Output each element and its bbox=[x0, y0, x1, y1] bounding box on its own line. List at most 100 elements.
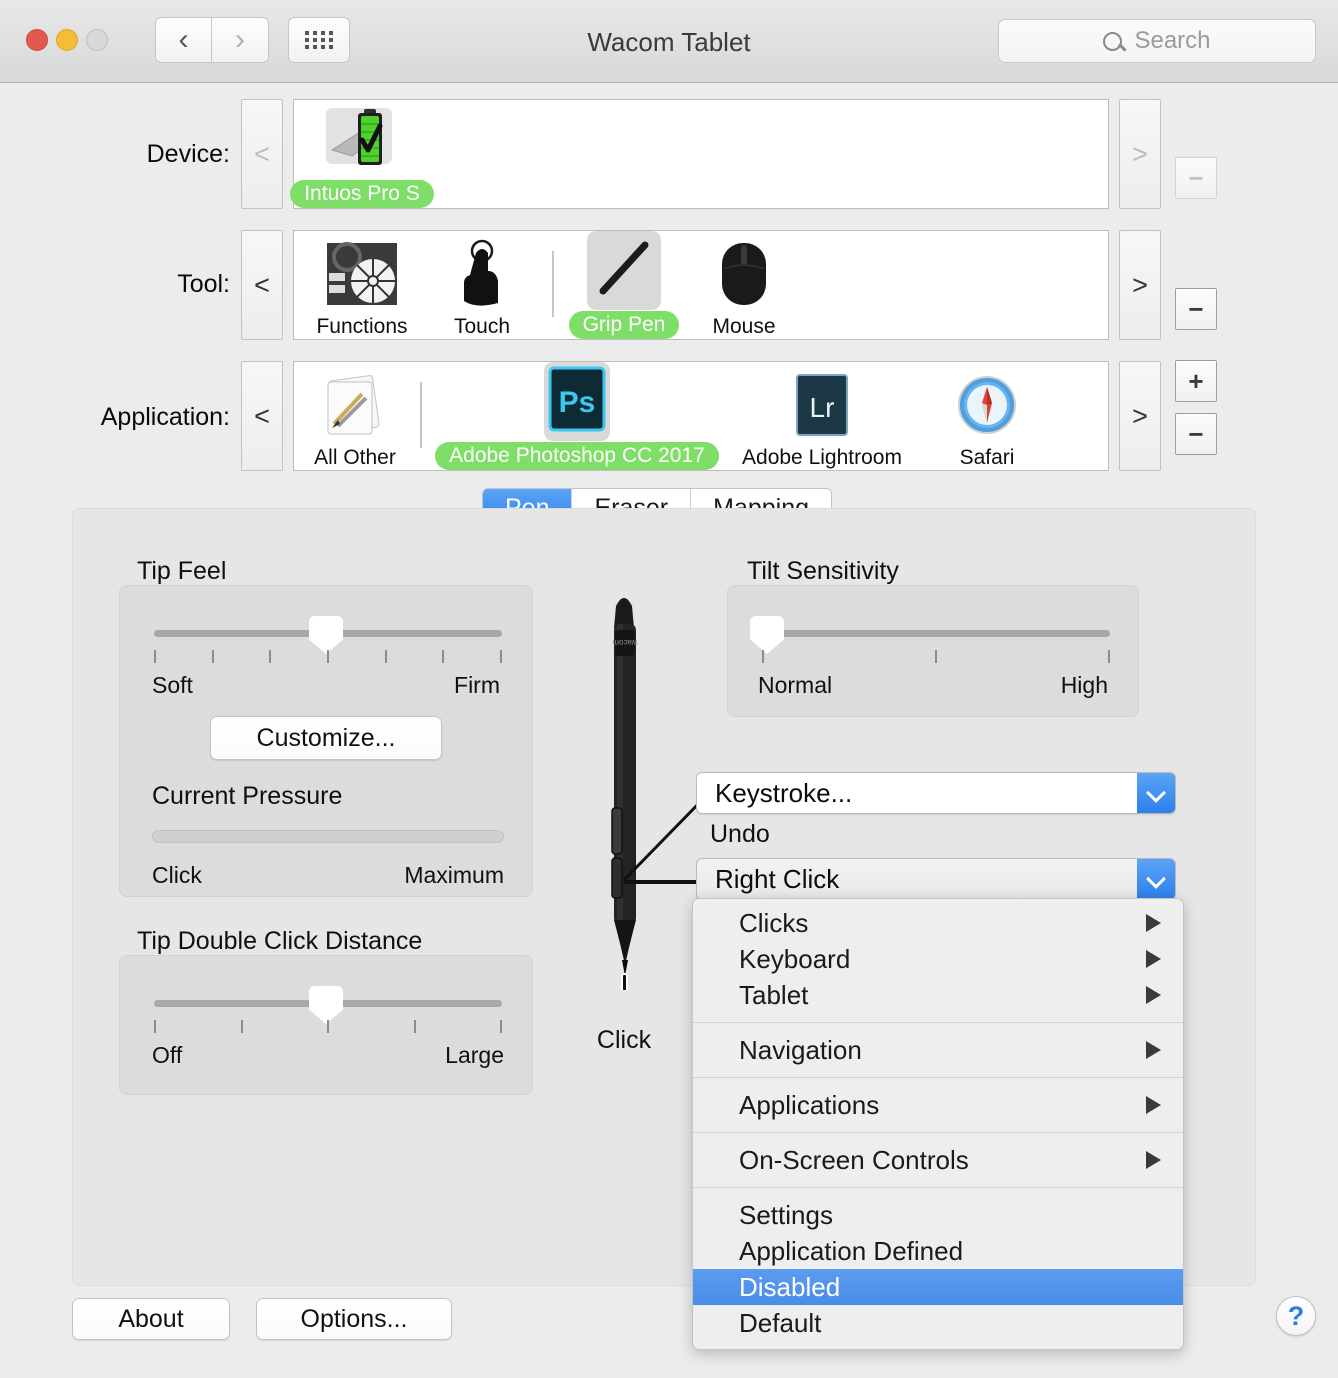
tip-feel-max-label: Firm bbox=[454, 672, 500, 698]
photoshop-icon: Ps bbox=[544, 361, 610, 441]
lower-side-switch-value: Right Click bbox=[715, 863, 840, 894]
tip-feel-title: Tip Feel bbox=[137, 557, 227, 585]
menu-item-keyboard[interactable]: Keyboard bbox=[693, 941, 1183, 977]
application-add-button[interactable]: + bbox=[1175, 360, 1217, 402]
device-remove-button[interactable]: − bbox=[1175, 157, 1217, 199]
safari-icon bbox=[956, 368, 1018, 442]
tool-item-label: Functions bbox=[316, 315, 408, 338]
tip-feel-slider-thumb[interactable] bbox=[309, 616, 343, 654]
tilt-sensitivity-min-label: Normal bbox=[758, 672, 833, 698]
device-item-label: Intuos Pro S bbox=[290, 180, 434, 208]
about-button[interactable]: About bbox=[72, 1298, 230, 1340]
device-item-intuos-pro-s[interactable]: Intuos Pro S bbox=[290, 102, 434, 208]
tool-prev-button[interactable]: < bbox=[241, 230, 283, 340]
menu-item-navigation[interactable]: Navigation bbox=[693, 1032, 1183, 1068]
tool-next-button[interactable]: > bbox=[1119, 230, 1161, 340]
lightroom-icon: Lr bbox=[793, 368, 851, 442]
menu-item-label: Application Defined bbox=[739, 1235, 964, 1266]
wacom-tablet-preference-window: ‹ › Wacom Tablet Search Device: < > Intu… bbox=[0, 0, 1338, 1378]
application-item-all-other[interactable]: All Other bbox=[300, 368, 410, 470]
submenu-arrow-icon bbox=[1146, 1041, 1161, 1059]
customize-button[interactable]: Customize... bbox=[210, 716, 442, 760]
options-button[interactable]: Options... bbox=[256, 1298, 452, 1340]
tilt-sensitivity-max-label: High bbox=[1060, 672, 1108, 698]
tool-list[interactable]: Functions Touch Grip Pen Mouse bbox=[293, 230, 1109, 340]
application-item-label: Safari bbox=[959, 446, 1015, 469]
application-item-lightroom[interactable]: Lr Adobe Lightroom bbox=[722, 368, 922, 470]
pressure-min-label: Click bbox=[152, 862, 202, 888]
device-next-button[interactable]: > bbox=[1119, 99, 1161, 209]
tilt-sensitivity-slider-track[interactable] bbox=[762, 630, 1110, 637]
tool-row-label: Tool: bbox=[177, 270, 230, 298]
search-placeholder: Search bbox=[1134, 27, 1211, 54]
search-icon bbox=[1103, 31, 1123, 51]
menu-item-label: Applications bbox=[739, 1089, 880, 1120]
lower-side-switch-popup[interactable]: Right Click bbox=[696, 858, 1176, 900]
upper-side-switch-value: Keystroke... bbox=[715, 777, 853, 808]
menu-separator bbox=[693, 1022, 1183, 1023]
search-input[interactable]: Search bbox=[998, 19, 1316, 63]
device-row-label: Device: bbox=[146, 140, 230, 168]
menu-item-settings[interactable]: Settings bbox=[693, 1197, 1183, 1233]
submenu-arrow-icon bbox=[1146, 1151, 1161, 1169]
finger-touch-icon bbox=[452, 237, 512, 311]
application-item-label: Adobe Photoshop CC 2017 bbox=[435, 442, 719, 470]
menu-item-tablet[interactable]: Tablet bbox=[693, 977, 1183, 1013]
device-list[interactable]: Intuos Pro S bbox=[290, 99, 1109, 209]
chevron-down-icon[interactable] bbox=[1137, 859, 1175, 899]
tilt-sensitivity-slider-thumb[interactable] bbox=[750, 616, 784, 654]
svg-text:Ps: Ps bbox=[559, 386, 596, 419]
tool-item-touch[interactable]: Touch bbox=[422, 237, 542, 339]
tilt-sensitivity-title: Tilt Sensitivity bbox=[747, 557, 899, 585]
menu-item-clicks[interactable]: Clicks bbox=[693, 905, 1183, 941]
tip-double-click-title: Tip Double Click Distance bbox=[137, 927, 423, 955]
svg-text:wacom: wacom bbox=[612, 638, 639, 647]
menu-item-application-defined[interactable]: Application Defined bbox=[693, 1233, 1183, 1269]
tip-double-click-group: Off Large bbox=[119, 955, 533, 1095]
tool-item-label: Grip Pen bbox=[568, 311, 680, 339]
tip-double-click-slider-thumb[interactable] bbox=[309, 986, 343, 1024]
menu-separator bbox=[693, 1187, 1183, 1188]
menu-item-applications[interactable]: Applications bbox=[693, 1087, 1183, 1123]
application-item-label: All Other bbox=[314, 446, 396, 469]
application-prev-button[interactable]: < bbox=[241, 361, 283, 471]
tilt-sensitivity-ticks bbox=[762, 650, 1110, 663]
tool-item-mouse[interactable]: Mouse bbox=[684, 237, 804, 339]
application-next-button[interactable]: > bbox=[1119, 361, 1161, 471]
application-item-safari[interactable]: Safari bbox=[922, 368, 1052, 470]
tool-item-label: Touch bbox=[453, 315, 511, 338]
application-list[interactable]: All Other Ps Adobe Photoshop CC 2017 Lr … bbox=[293, 361, 1109, 471]
tip-double-click-min-label: Off bbox=[152, 1042, 183, 1068]
button-function-dropdown-menu[interactable]: Clicks Keyboard Tablet Navigation Applic… bbox=[692, 898, 1184, 1350]
menu-separator bbox=[693, 1077, 1183, 1078]
submenu-arrow-icon bbox=[1146, 986, 1161, 1004]
tool-item-label: Mouse bbox=[712, 315, 776, 338]
menu-item-disabled[interactable]: Disabled bbox=[693, 1269, 1183, 1305]
help-button[interactable]: ? bbox=[1276, 1296, 1316, 1336]
pressure-max-label: Maximum bbox=[404, 862, 504, 888]
menu-item-label: Keyboard bbox=[739, 943, 851, 974]
grip-pen-icon bbox=[587, 230, 661, 310]
menu-item-label: Navigation bbox=[739, 1034, 862, 1065]
upper-side-switch-popup[interactable]: Keystroke... bbox=[696, 772, 1176, 814]
menu-item-default[interactable]: Default bbox=[693, 1305, 1183, 1341]
all-other-apps-icon bbox=[320, 368, 390, 442]
application-item-photoshop[interactable]: Ps Adobe Photoshop CC 2017 bbox=[432, 361, 722, 470]
tool-item-grip-pen[interactable]: Grip Pen bbox=[564, 230, 684, 339]
chevron-down-icon[interactable] bbox=[1137, 773, 1175, 813]
tool-item-functions[interactable]: Functions bbox=[302, 237, 422, 339]
tip-feel-ticks bbox=[154, 650, 502, 663]
pen-tip-click-label: Click bbox=[596, 1026, 652, 1054]
application-item-label: Adobe Lightroom bbox=[742, 446, 902, 469]
menu-separator bbox=[693, 1132, 1183, 1133]
tip-double-click-ticks bbox=[154, 1020, 502, 1033]
menu-item-on-screen-controls[interactable]: On-Screen Controls bbox=[693, 1142, 1183, 1178]
tip-feel-group: Soft Firm Customize... Current Pressure … bbox=[119, 585, 533, 897]
device-prev-button[interactable]: < bbox=[241, 99, 283, 209]
tool-remove-button[interactable]: − bbox=[1175, 288, 1217, 330]
application-divider bbox=[420, 382, 422, 448]
application-remove-button[interactable]: − bbox=[1175, 413, 1217, 455]
tilt-sensitivity-group: Normal High bbox=[727, 585, 1139, 717]
menu-item-label: On-Screen Controls bbox=[739, 1144, 969, 1175]
current-pressure-title: Current Pressure bbox=[152, 782, 343, 810]
